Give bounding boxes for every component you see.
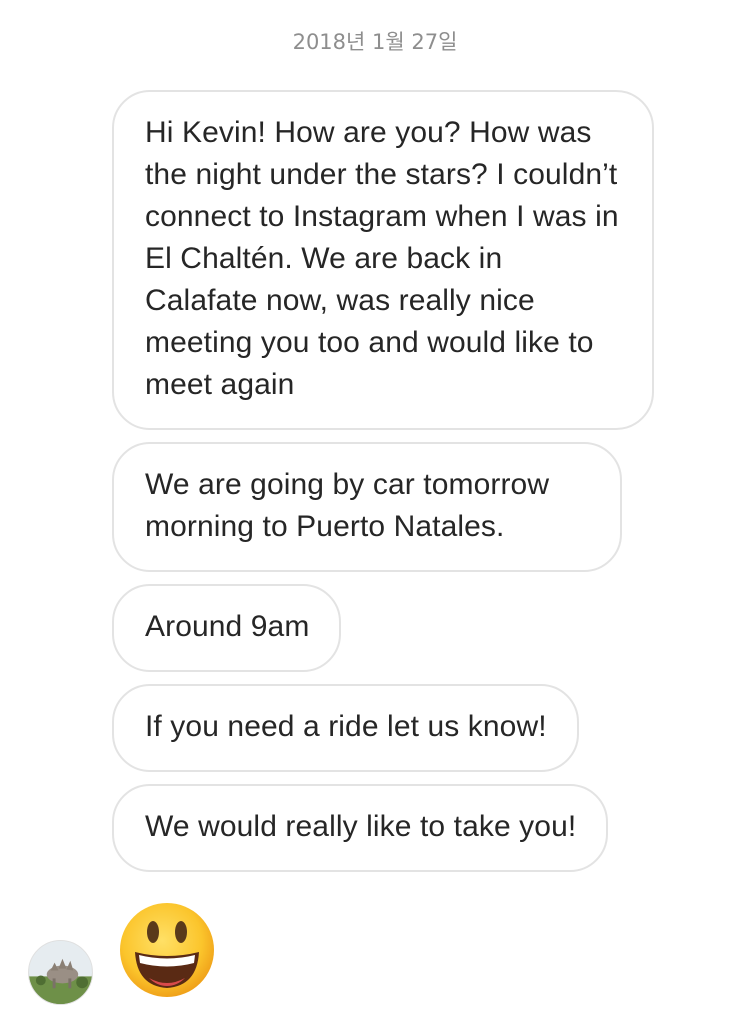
message-bubble[interactable]: We would really like to take you! <box>112 784 609 872</box>
profile-photo-icon <box>29 941 92 1004</box>
conversation-timestamp: 2018년 1월 27일 <box>292 30 458 54</box>
sender-avatar[interactable] <box>28 940 93 1005</box>
message-bubble[interactable]: If you need a ride let us know! <box>112 684 579 772</box>
message-bubble[interactable]: Around 9am <box>112 584 342 672</box>
message-bubble[interactable]: Hi Kevin! How are you? How was the night… <box>112 90 654 430</box>
grinning-face-emoji-icon[interactable] <box>117 900 217 1000</box>
message-thread: Hi Kevin! How are you? How was the night… <box>112 90 657 884</box>
message-bubble[interactable]: We are going by car tomorrow morning to … <box>112 442 622 572</box>
